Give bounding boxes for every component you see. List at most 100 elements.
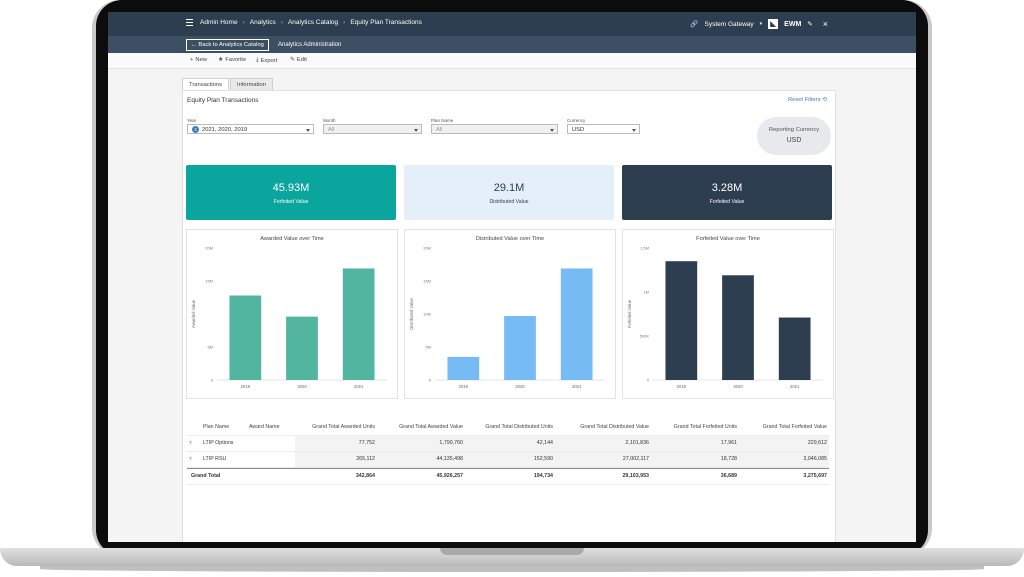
- chevron-down-icon: [550, 129, 554, 132]
- export-button[interactable]: ⤓ Export: [256, 57, 277, 64]
- y-tick-label: 500K: [640, 334, 650, 339]
- report-panel: Equity Plan Transactions Reset Filters ⟲…: [182, 90, 836, 542]
- forfeited-units-cell: 17,961: [720, 440, 737, 446]
- y-tick-label: 20M: [205, 246, 213, 251]
- reset-filters-label: Reset Filters: [787, 97, 821, 103]
- total-awarded-units-cell: 342,864: [355, 473, 375, 479]
- page-title: Equity Plan Transactions: [187, 97, 259, 104]
- awarded-value-cell: 1,790,760: [439, 440, 463, 446]
- forfeited-value-chart-svg: Forfeited Value over Time Forfeited Value…: [627, 236, 823, 389]
- favorite-label: Favorite: [225, 57, 247, 63]
- forfeited-units-cell: 18,728: [720, 456, 737, 462]
- x-tick-label: 2020: [515, 384, 525, 389]
- y-tick-label: 0: [647, 378, 650, 383]
- plan-filter-label: Plan Name: [431, 118, 454, 123]
- awarded-value-chart: Awarded Value over Time Awarded Value 0 5M 1…: [186, 229, 398, 399]
- chevron-down-icon[interactable]: ˅: [189, 440, 192, 446]
- awarded-units-cell: 265,112: [356, 456, 375, 462]
- plan-filter-value: All: [436, 127, 443, 133]
- currency-filter-value: USD: [572, 127, 585, 133]
- y-axis-label: Forfeited Value: [627, 299, 632, 328]
- kpi-label: Forfeited Value: [709, 199, 745, 205]
- distributed-value-cell: 2,101,836: [625, 440, 649, 446]
- chevron-down-icon: [414, 129, 418, 132]
- menu-icon[interactable]: [186, 19, 193, 26]
- bar: [286, 316, 318, 380]
- total-forfeited-value-cell: 3,275,697: [803, 473, 827, 479]
- forfeited-value-chart: Forfeited Value over Time Forfeited Value…: [622, 229, 834, 399]
- bar: [560, 268, 593, 380]
- plan-name-cell: LTIP RSU: [203, 456, 227, 462]
- y-tick-label: 10M: [423, 312, 431, 317]
- year-filter-value: 2021, 2020, 2019: [202, 127, 248, 133]
- new-button[interactable]: + New: [190, 57, 207, 63]
- month-filter-select[interactable]: All: [323, 124, 422, 134]
- pencil-icon: ✎: [290, 57, 295, 63]
- breadcrumb-analytics[interactable]: Analytics: [250, 19, 276, 26]
- x-tick-label: 2020: [297, 384, 307, 389]
- row-shade: [295, 452, 829, 467]
- bar: [447, 356, 480, 380]
- transactions-table: Plan Name Award Name Grand Total Awarded…: [187, 420, 829, 485]
- chevron-down-icon[interactable]: ˅: [189, 456, 192, 462]
- system-gateway-dropdown[interactable]: System Gateway: [705, 21, 754, 28]
- back-button-label: Back to Analytics Catalog: [198, 42, 264, 48]
- x-tick-label: 2020: [733, 384, 743, 389]
- reporting-currency-label: Reporting Currency: [768, 127, 820, 133]
- plan-name-cell: LTIP Options: [203, 440, 234, 446]
- table-row[interactable]: ˅ LTIP RSU 265,112 44,135,498 152,590 27…: [187, 452, 829, 468]
- chevron-right-icon: ›: [280, 19, 283, 26]
- column-header-award-name[interactable]: Award Name: [249, 424, 280, 430]
- analytics-administration-link[interactable]: Analytics Administration: [278, 40, 341, 50]
- bar: [342, 268, 375, 380]
- star-icon: ★: [218, 57, 224, 63]
- chart-title: Awarded Value over Time: [260, 236, 324, 242]
- refresh-icon: ⟲: [822, 97, 827, 103]
- column-header-awarded-value[interactable]: Grand Total Awarded Value: [399, 424, 463, 430]
- reporting-currency-value: USD: [786, 137, 802, 144]
- column-header-forfeited-units[interactable]: Grand Total Forfeited Units: [674, 424, 737, 430]
- y-tick-label: 5M: [207, 345, 213, 350]
- column-header-distributed-value[interactable]: Grand Total Distributed Value: [580, 424, 649, 430]
- kpi-card-forfeited-value-2: 3.28M Forfeited Value: [622, 165, 832, 220]
- download-icon: ⤓: [256, 57, 259, 63]
- action-toolbar: + New ★ Favorite ⤓ Export ✎ Edit: [108, 53, 916, 69]
- favorite-button[interactable]: ★ Favorite: [218, 57, 246, 63]
- currency-filter-label: Currency: [567, 118, 586, 123]
- column-header-plan-name[interactable]: Plan Name: [203, 424, 229, 430]
- plan-filter-select[interactable]: All: [431, 124, 558, 134]
- user-initials[interactable]: EWM: [784, 21, 801, 28]
- table-row[interactable]: ˅ LTIP Options 77,752 1,790,760 42,144 2…: [187, 436, 829, 452]
- chevron-down-icon: [306, 129, 310, 132]
- pencil-icon[interactable]: ✎: [807, 20, 812, 28]
- chart-title: Forfeited Value over Time: [696, 236, 760, 242]
- currency-filter-select[interactable]: USD: [567, 124, 640, 134]
- total-forfeited-units-cell: 36,689: [720, 473, 737, 479]
- chart-title: Distributed Value over Time: [476, 236, 544, 242]
- back-to-catalog-button[interactable]: ← Back to Analytics Catalog: [186, 39, 269, 51]
- caret-down-icon: ▾: [759, 21, 763, 27]
- y-tick-label: 15M: [423, 279, 431, 284]
- link-icon: 🔗: [690, 21, 699, 28]
- distributed-units-cell: 42,144: [536, 440, 553, 446]
- edit-button[interactable]: ✎ Edit: [290, 57, 307, 63]
- column-header-forfeited-value[interactable]: Grand Total Forfeited Value: [763, 424, 827, 430]
- column-header-awarded-units[interactable]: Grand Total Awarded Units: [312, 424, 375, 430]
- bar: [229, 295, 262, 380]
- x-tick-label: 2021: [572, 384, 582, 389]
- new-label: New: [195, 57, 207, 63]
- top-navigation-bar: Admin Home › Analytics › Analytics Catal…: [108, 12, 916, 36]
- breadcrumb: Admin Home › Analytics › Analytics Catal…: [186, 19, 422, 26]
- y-tick-label: 1M: [643, 290, 649, 295]
- edit-label: Edit: [296, 57, 307, 63]
- breadcrumb-analytics-catalog[interactable]: Analytics Catalog: [288, 19, 338, 26]
- year-filter-select[interactable]: 3 2021, 2020, 2019: [187, 124, 314, 134]
- year-filter-label: Year: [187, 118, 197, 123]
- breadcrumb-current-page: Equity Plan Transactions: [350, 19, 422, 26]
- breadcrumb-admin-home[interactable]: Admin Home: [200, 19, 238, 26]
- bar: [778, 317, 811, 380]
- reset-filters-link[interactable]: Reset Filters ⟲: [788, 97, 827, 103]
- kpi-label: Distributed Value: [489, 199, 529, 205]
- close-icon[interactable]: ×: [823, 19, 828, 29]
- column-header-distributed-units[interactable]: Grand Total Distributed Units: [485, 424, 553, 430]
